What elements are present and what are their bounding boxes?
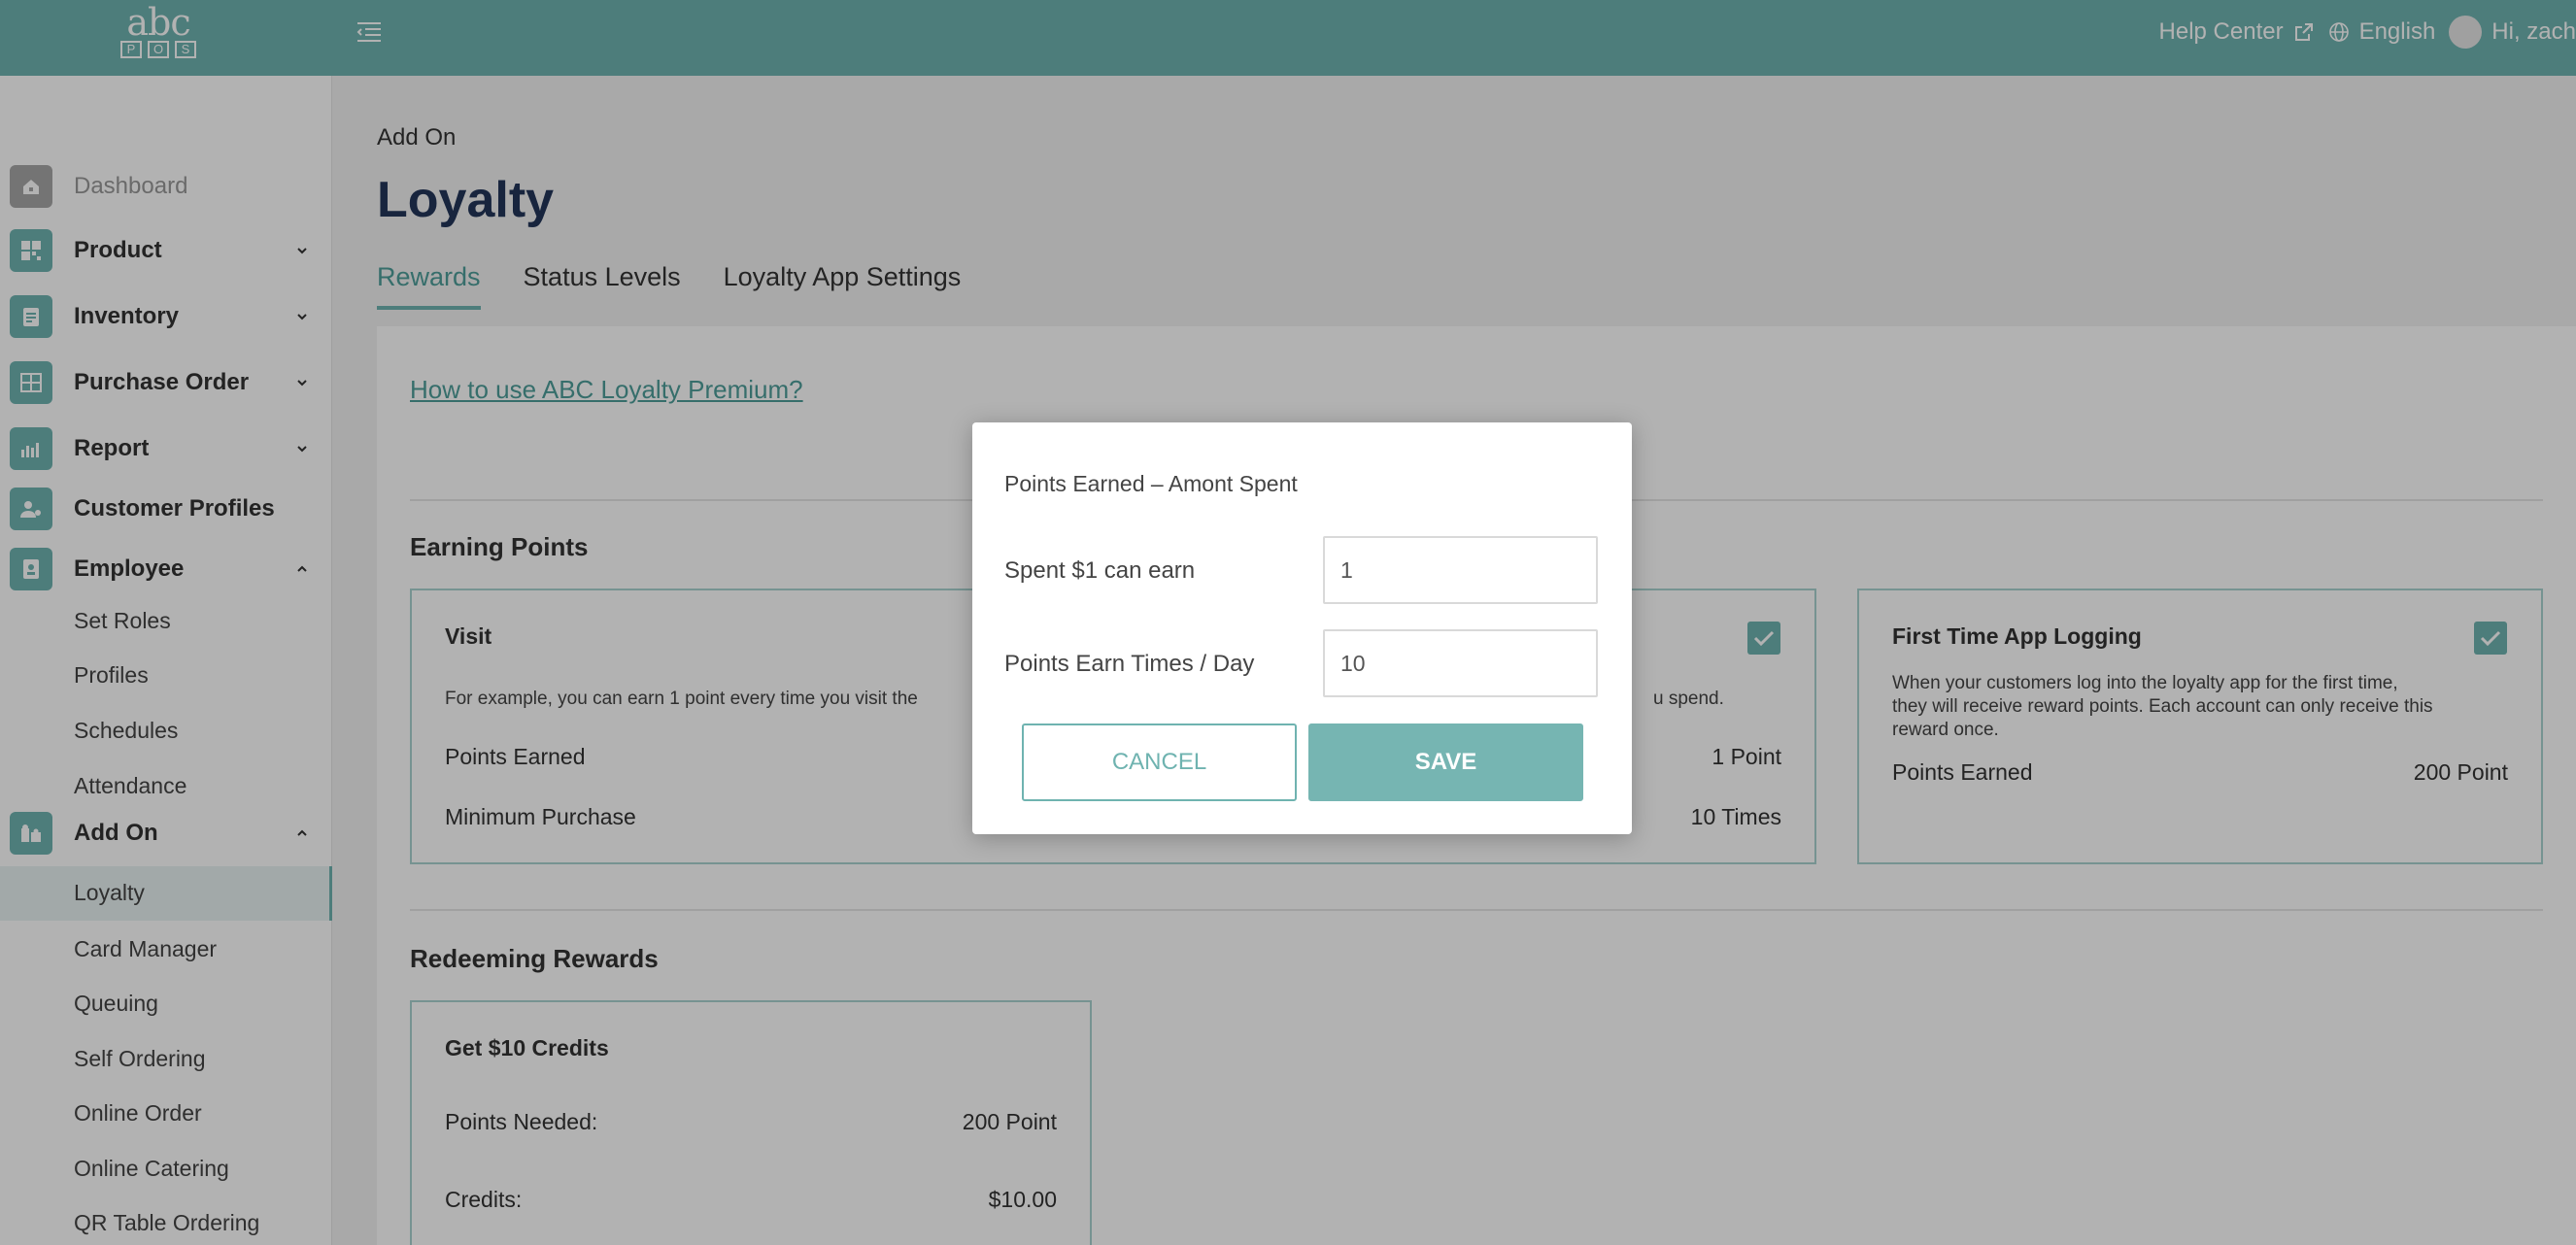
cancel-button[interactable]: CANCEL xyxy=(1022,723,1297,801)
save-button[interactable]: SAVE xyxy=(1308,723,1583,801)
earn-times-label: Points Earn Times / Day xyxy=(1004,651,1255,677)
points-earned-dialog: Points Earned – Amont Spent Spent $1 can… xyxy=(972,422,1632,834)
dialog-title: Points Earned – Amont Spent xyxy=(1004,471,1298,496)
spent-earn-label: Spent $1 can earn xyxy=(1004,557,1196,584)
spent-earn-input[interactable] xyxy=(1323,536,1598,604)
earn-times-input[interactable] xyxy=(1323,629,1598,697)
